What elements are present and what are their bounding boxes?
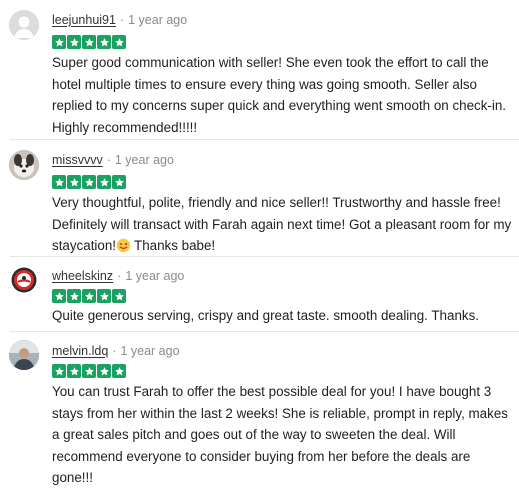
star-rating — [52, 364, 126, 379]
person-photo-icon — [9, 340, 39, 370]
star-icon — [112, 175, 126, 189]
star-icon — [112, 35, 126, 49]
meta-separator: · — [119, 13, 125, 27]
meta-separator: · — [106, 153, 111, 167]
star-rating — [52, 175, 126, 190]
star-icon — [67, 175, 81, 189]
review-time: 1 year ago — [114, 153, 174, 167]
star-icon — [97, 35, 111, 49]
star-icon — [82, 175, 96, 189]
review-item: wheelskinz · 1 year ago Quite generous ser… — [0, 257, 519, 332]
star-icon — [67, 35, 81, 49]
review-time: 1 year ago — [120, 344, 180, 358]
star-icon — [52, 175, 66, 189]
review-item: missvvvv · 1 year ago Very thoughtful, pol… — [0, 140, 519, 257]
review-text: Super good communication with seller! Sh… — [52, 55, 507, 135]
star-icon — [112, 364, 126, 378]
review-text-end: Thanks babe! — [134, 238, 216, 253]
user-avatar[interactable] — [9, 340, 39, 370]
review-meta: wheelskinz · 1 year ago — [52, 269, 184, 283]
star-icon — [97, 175, 111, 189]
star-icon — [52, 35, 66, 49]
review-text: Quite generous serving, crispy and great… — [52, 308, 480, 323]
review-meta: missvvvv · 1 year ago — [52, 153, 174, 167]
star-icon — [82, 289, 96, 303]
review-time: 1 year ago — [125, 269, 185, 283]
reviewer-username[interactable]: melvin.ldq — [52, 344, 108, 358]
star-icon — [67, 364, 81, 378]
review-item: leejunhui91 · 1 year ago Super good commun… — [0, 0, 519, 140]
star-icon — [97, 364, 111, 378]
star-rating — [52, 289, 126, 304]
review-text: You can trust Farah to offer the best po… — [52, 384, 508, 485]
star-icon — [52, 289, 66, 303]
tongue-out-emoji-icon — [116, 238, 131, 253]
review-time: 1 year ago — [128, 13, 188, 27]
star-icon — [112, 289, 126, 303]
star-icon — [82, 35, 96, 49]
review-meta: leejunhui91 · 1 year ago — [52, 13, 187, 27]
meta-separator: · — [117, 269, 122, 283]
dog-photo-icon — [9, 150, 39, 180]
review-text: Very thoughtful, polite, friendly and ni… — [52, 192, 514, 257]
reviewer-username[interactable]: leejunhui91 — [52, 13, 116, 27]
meta-separator: · — [112, 344, 117, 358]
review-item: melvin.ldq · 1 year ago You can trust Fara… — [0, 332, 519, 487]
user-avatar[interactable] — [9, 265, 39, 295]
reviewer-username[interactable]: wheelskinz — [52, 269, 113, 283]
wheel-logo-icon — [9, 265, 39, 295]
star-icon — [52, 364, 66, 378]
reviewer-username[interactable]: missvvvv — [52, 153, 103, 167]
review-meta: melvin.ldq · 1 year ago — [52, 344, 180, 358]
star-icon — [97, 289, 111, 303]
user-avatar[interactable] — [9, 10, 39, 40]
star-icon — [82, 364, 96, 378]
star-rating — [52, 35, 126, 50]
default-user-icon — [9, 10, 39, 40]
user-avatar[interactable] — [9, 150, 39, 180]
star-icon — [67, 289, 81, 303]
